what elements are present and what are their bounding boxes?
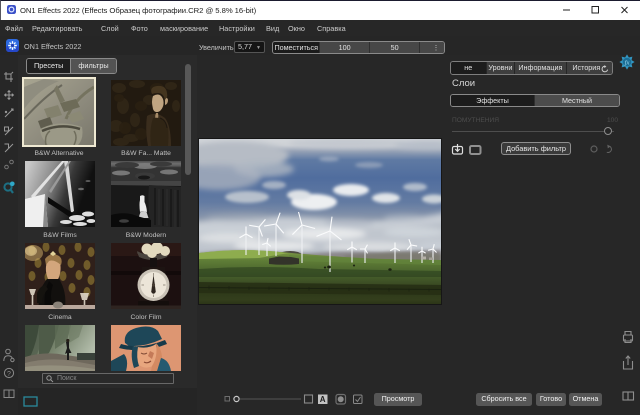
svg-text:A: A	[320, 395, 326, 404]
svg-text:fx: fx	[625, 60, 630, 67]
svg-text:?: ?	[7, 371, 11, 378]
